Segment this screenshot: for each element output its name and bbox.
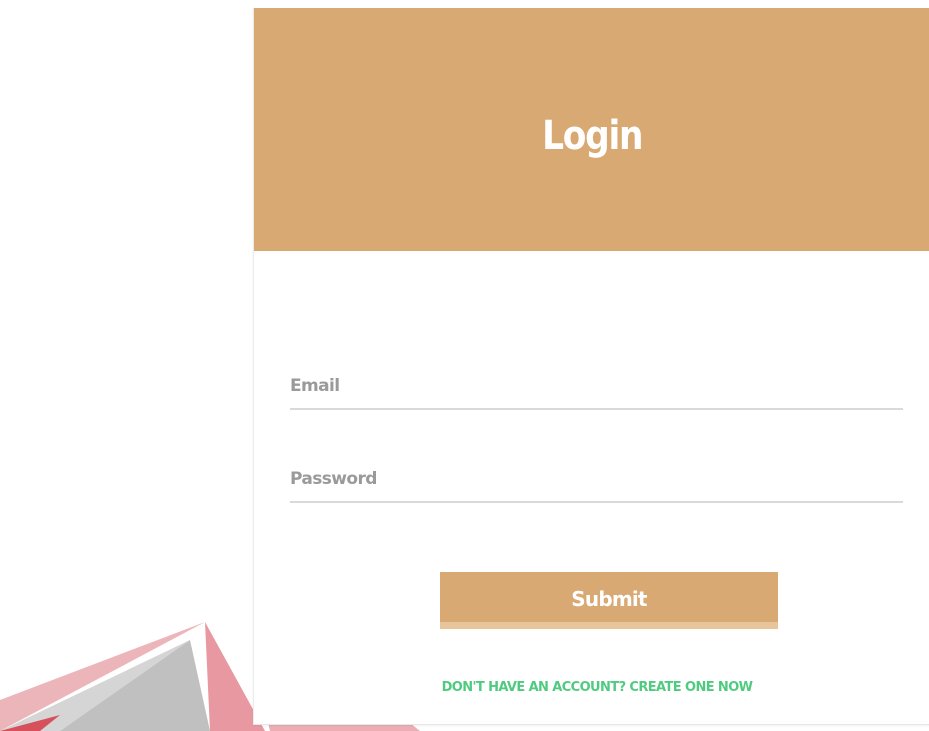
email-field[interactable] [290, 364, 903, 408]
password-field[interactable] [290, 457, 903, 501]
login-header: Login [254, 8, 929, 251]
password-field-wrapper [290, 457, 903, 503]
page-title: Login [541, 112, 643, 159]
email-field-wrapper [290, 364, 903, 410]
submit-button[interactable]: Submit [440, 572, 778, 629]
create-account-link[interactable]: DON'T HAVE AN ACCOUNT? CREATE ONE NOW [254, 680, 929, 695]
login-card: Login Submit DON'T HAVE AN ACCOUNT? CREA… [253, 8, 929, 725]
